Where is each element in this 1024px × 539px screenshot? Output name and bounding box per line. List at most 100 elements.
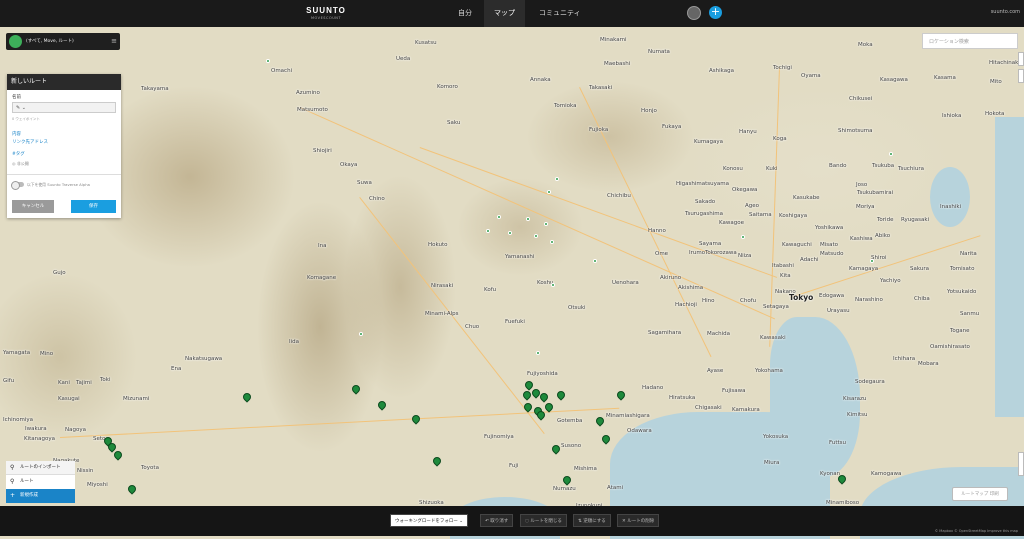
route-pin[interactable] — [550, 443, 562, 455]
description-link[interactable]: 内容 — [12, 131, 21, 137]
route-pin[interactable] — [241, 391, 253, 403]
route-marker[interactable] — [544, 222, 548, 226]
route-pin[interactable] — [555, 389, 567, 401]
route-pin[interactable] — [126, 483, 138, 495]
route-pin[interactable] — [350, 383, 362, 395]
route-marker[interactable] — [534, 234, 538, 238]
route-pin[interactable] — [522, 401, 534, 413]
place-label: Oamishirasato — [930, 344, 970, 350]
route-marker[interactable] — [551, 283, 555, 287]
place-label: Tsukuba — [872, 163, 895, 169]
place-label: Honjo — [641, 108, 657, 114]
place-label: Miyoshi — [87, 482, 108, 488]
route-side-menu: ⚲ ルートのインポート ⚲ ルート + 新規作成 — [6, 461, 75, 503]
place-label: Niiza — [738, 253, 752, 259]
import-route-label: ルートのインポート — [20, 465, 61, 470]
suunto-site-link[interactable]: suunto.com — [991, 9, 1020, 15]
place-label: Adachi — [800, 257, 819, 263]
tag-link[interactable]: #タグ — [12, 151, 25, 157]
place-label: Iwakura — [25, 426, 47, 432]
place-label: Suwa — [357, 180, 372, 186]
place-label: Hino — [702, 298, 715, 304]
route-marker[interactable] — [550, 240, 554, 244]
place-label: Yamanashi — [505, 254, 535, 260]
zoom-control[interactable] — [1018, 52, 1024, 66]
tab-me[interactable]: 自分 — [448, 0, 482, 27]
location-search-input[interactable]: ロケーション検索 — [922, 33, 1018, 49]
route-marker[interactable] — [497, 215, 501, 219]
place-label: Tsuchiura — [898, 166, 924, 172]
place-label: Fujinomiya — [484, 434, 514, 440]
place-label: Kofu — [484, 287, 497, 293]
avatar[interactable] — [687, 6, 701, 20]
route-name-input[interactable]: ✎ ⌄ — [12, 102, 116, 113]
privacy-label[interactable]: ◎ 非公開 — [12, 161, 29, 167]
close-route-button[interactable]: ◌ ルートを閉じる — [520, 514, 567, 527]
follow-path-select[interactable]: ウォーキングロードをフォロー ⌄ — [390, 514, 469, 527]
save-button[interactable]: 保存 — [71, 200, 116, 213]
route-marker[interactable] — [508, 231, 512, 235]
place-label: Akishima — [678, 285, 704, 291]
map-attribution[interactable]: © Mapbox © OpenStreetMap Improve this ma… — [935, 529, 1018, 533]
new-route-button[interactable]: + 新規作成 — [6, 489, 75, 503]
place-label: Hachioji — [675, 302, 697, 308]
route-pin[interactable] — [431, 455, 443, 467]
place-label: Ayase — [707, 368, 724, 374]
place-label: Takayama — [141, 86, 169, 92]
print-map-button[interactable]: ルートマップ 印刷 — [952, 487, 1008, 501]
add-button[interactable]: + — [709, 6, 722, 19]
map-filter-bar[interactable]: (すべて, Move, ルート) ≡ — [6, 33, 120, 50]
route-pin[interactable] — [561, 474, 573, 486]
route-marker[interactable] — [593, 259, 597, 263]
route-pin[interactable] — [376, 399, 388, 411]
reverse-route-button[interactable]: ⇅ 逆順にする — [573, 514, 611, 527]
zoom-control[interactable] — [1018, 452, 1024, 476]
place-label: Itabashi — [772, 263, 794, 269]
route-marker[interactable] — [741, 235, 745, 239]
place-label: Ryugasaki — [901, 217, 930, 223]
place-label: Otsuki — [568, 305, 586, 311]
link-address-link[interactable]: リンク先アドレス — [12, 139, 48, 145]
import-route-button[interactable]: ⚲ ルートのインポート — [6, 461, 75, 475]
cancel-button[interactable]: キャンセル — [12, 200, 54, 213]
route-pin[interactable] — [600, 433, 612, 445]
route-pin[interactable] — [112, 449, 124, 461]
route-marker[interactable] — [359, 332, 363, 336]
place-label: Ena — [171, 366, 182, 372]
map-canvas[interactable]: Ueda Kusatsu Minakami Numata Maebashi Ashikag… — [0, 27, 1024, 539]
route-pin[interactable] — [615, 389, 627, 401]
menu-icon[interactable]: ≡ — [111, 33, 117, 50]
tab-map[interactable]: マップ — [484, 0, 525, 27]
route-marker[interactable] — [547, 190, 551, 194]
route-marker[interactable] — [536, 351, 540, 355]
suunto-logo[interactable]: SUUNTO MOVESCOUNT — [306, 6, 346, 20]
routes-button[interactable]: ⚲ ルート — [6, 475, 75, 489]
route-pin[interactable] — [410, 413, 422, 425]
tab-community[interactable]: コミュニティ — [529, 0, 591, 27]
undo-button[interactable]: ↶ 取り消す — [480, 514, 514, 527]
place-label: Fujisawa — [722, 388, 746, 394]
zoom-control[interactable] — [1018, 69, 1024, 83]
traverse-alpha-toggle[interactable] — [11, 181, 24, 190]
route-marker[interactable] — [486, 229, 490, 233]
place-label: Saku — [447, 120, 461, 126]
place-label: Azumino — [296, 90, 320, 96]
route-marker[interactable] — [889, 152, 893, 156]
route-pin[interactable] — [594, 415, 606, 427]
new-route-panel: 新しいルート 名前 ✎ ⌄ 0 ウェイポイント 内容 リンク先アドレス #タグ … — [7, 74, 121, 218]
route-marker[interactable] — [266, 59, 270, 63]
place-label: Mino — [40, 351, 54, 357]
delete-route-button[interactable]: ✕ ルートの削除 — [617, 514, 660, 527]
place-label: Irumo — [689, 250, 706, 256]
place-label: Tochigi — [773, 65, 792, 71]
toggle-label: 以下を使用 Suunto Traverse Alpha — [27, 182, 90, 187]
route-marker[interactable] — [870, 259, 874, 263]
place-label: Fukaya — [662, 124, 682, 130]
place-label: Inashiki — [940, 204, 962, 210]
route-marker[interactable] — [526, 217, 530, 221]
route-marker[interactable] — [555, 177, 559, 181]
plus-icon: + — [10, 492, 16, 499]
place-label: Urayasu — [827, 308, 850, 314]
place-label: Minakami — [600, 37, 627, 43]
place-label: Gifu — [3, 378, 15, 384]
